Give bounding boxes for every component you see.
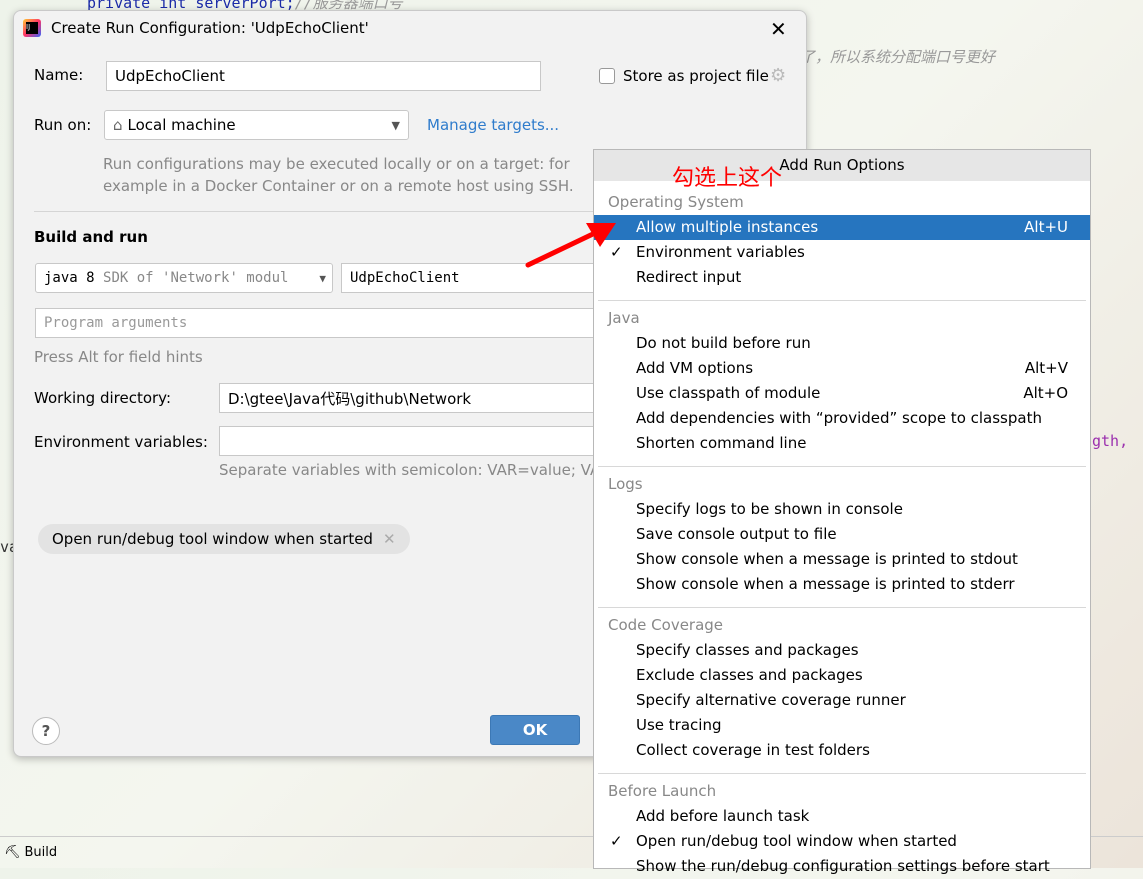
working-dir-input[interactable]: D:\gtee\Java代码\github\Network [219,383,601,413]
section-header: Operating System [608,193,744,211]
menu-item-label: Save console output to file [636,525,837,543]
menu-item[interactable]: Exclude classes and packages [594,663,1090,688]
run-hint-2: example in a Docker Container or on a re… [103,177,574,195]
shortcut: Alt+U [1024,218,1068,236]
chevron-down-icon: ▼ [391,118,400,132]
menu-item-label: Do not build before run [636,334,811,352]
alt-hint: Press Alt for field hints [34,348,203,366]
menu-item[interactable]: Specify alternative coverage runner [594,688,1090,713]
menu-item[interactable]: Show console when a message is printed t… [594,547,1090,572]
intellij-logo-icon: IJ [23,19,41,37]
menu-item-label: Exclude classes and packages [636,666,863,684]
shortcut: Alt+O [1023,384,1068,402]
bg-comment: 了，所以系统分配端口号更好 [800,48,996,66]
close-icon[interactable]: ✕ [770,17,787,41]
menu-item[interactable]: ✓ Open run/debug tool window when started [594,829,1090,854]
env-input[interactable] [219,426,601,456]
dialog-title: Create Run Configuration: 'UdpEchoClient… [51,19,369,37]
menu-item-label: Environment variables [636,243,805,261]
section-header: Code Coverage [608,616,724,634]
run-on-value: Local machine [127,116,236,134]
separator [598,466,1086,467]
menu-item[interactable]: Add VM options Alt+V [594,356,1090,381]
menu-item[interactable]: Collect coverage in test folders [594,738,1090,763]
menu-item[interactable]: Use classpath of module Alt+O [594,381,1090,406]
gear-icon[interactable]: ⚙ [770,65,786,86]
store-label: Store as project file [623,67,769,85]
menu-item[interactable]: Specify logs to be shown in console [594,497,1090,522]
program-args-input[interactable]: Program arguments [35,308,601,338]
annotation-arrow [525,223,616,268]
menu-item-label: Add dependencies with “provided” scope t… [636,409,1042,427]
menu-item[interactable]: Use tracing [594,713,1090,738]
menu-item-label: Show console when a message is printed t… [636,575,1015,593]
menu-item-label: Specify classes and packages [636,641,859,659]
menu-item[interactable]: Specify classes and packages [594,638,1090,663]
menu-item-label: Open run/debug tool window when started [636,832,957,850]
separator [598,773,1086,774]
check-icon: ✓ [610,832,623,850]
build-tab[interactable]: Build [25,845,58,860]
separator [598,300,1086,301]
menu-item[interactable]: Allow multiple instances Alt+U [594,215,1090,240]
bg-code-frag: gth, [1092,432,1129,450]
menu-item-label: Allow multiple instances [636,218,819,236]
menu-item[interactable]: Shorten command line [594,431,1090,456]
menu-item-label: Add before launch task [636,807,810,825]
menu-item[interactable]: Show the run/debug configuration setting… [594,854,1090,879]
chip-label: Open run/debug tool window when started [52,530,373,548]
env-label: Environment variables: [34,433,208,451]
menu-item[interactable]: Redirect input [594,265,1090,290]
menu-item-label: Use tracing [636,716,722,734]
menu-item[interactable]: Save console output to file [594,522,1090,547]
popup-title: Add Run Options [594,150,1090,181]
menu-item-label: Use classpath of module [636,384,821,402]
menu-item-label: Specify logs to be shown in console [636,500,903,518]
sdk-select[interactable]: java 8 SDK of 'Network' modul ▼ [35,263,333,293]
section-header: Logs [608,475,643,493]
option-chip[interactable]: Open run/debug tool window when started … [38,524,410,554]
separator [598,607,1086,608]
chip-close-icon[interactable]: ✕ [383,530,396,548]
menu-item[interactable]: Do not build before run [594,331,1090,356]
menu-item[interactable]: Add before launch task [594,804,1090,829]
section-header: Before Launch [608,782,717,800]
add-run-options-popup: Add Run Options Operating System Allow mu… [593,149,1091,875]
hammer-icon: ⛏ [4,845,21,860]
menu-item-label: Specify alternative coverage runner [636,691,906,709]
manage-targets-link[interactable]: Manage targets... [427,116,559,134]
menu-item-label: Collect coverage in test folders [636,741,870,759]
menu-item-label: Show console when a message is printed t… [636,550,1018,568]
menu-item[interactable]: ✓ Environment variables [594,240,1090,265]
ok-button[interactable]: OK [490,715,580,745]
menu-item-label: Shorten command line [636,434,807,452]
menu-item[interactable]: Add dependencies with “provided” scope t… [594,406,1090,431]
menu-item[interactable]: Show console when a message is printed t… [594,572,1090,597]
run-on-select[interactable]: ⌂ Local machine ▼ [104,110,409,140]
build-and-run-heading: Build and run [34,228,148,246]
menu-item-label: Show the run/debug configuration setting… [636,857,1050,875]
annotation-text: 勾选上这个 [672,166,783,191]
working-dir-label: Working directory: [34,389,172,407]
run-hint-1: Run configurations may be executed local… [103,155,570,173]
section-header: Java [608,309,640,327]
name-label: Name: [34,66,84,84]
menu-item-label: Add VM options [636,359,754,377]
sdk-main: java 8 [44,270,95,286]
store-checkbox[interactable] [599,68,615,84]
help-button[interactable]: ? [32,717,60,745]
menu-item-label: Redirect input [636,268,742,286]
chevron-down-icon: ▼ [319,271,326,285]
run-on-label: Run on: [34,116,92,134]
sdk-rest: SDK of 'Network' modul [103,270,289,286]
name-input[interactable]: UdpEchoClient [106,61,541,91]
home-icon: ⌂ [113,116,123,134]
shortcut: Alt+V [1024,359,1068,377]
env-hint: Separate variables with semicolon: VAR=v… [219,461,601,479]
